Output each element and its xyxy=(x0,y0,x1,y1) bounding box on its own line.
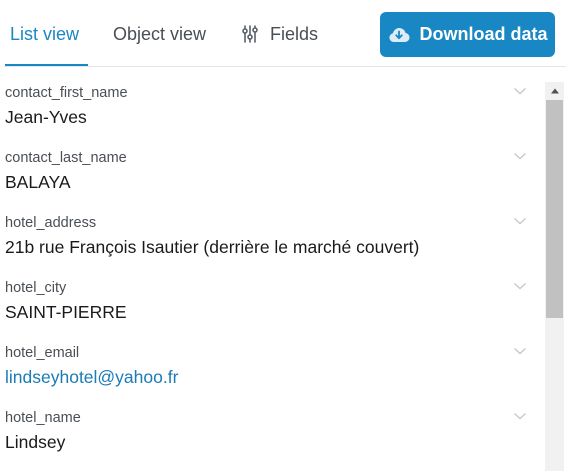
field-row[interactable]: contact_last_name BALAYA xyxy=(5,149,535,209)
scroll-thumb[interactable] xyxy=(546,100,563,318)
scroll-up-button[interactable] xyxy=(545,82,564,99)
field-value: BALAYA xyxy=(5,172,71,192)
chevron-down-icon[interactable] xyxy=(513,214,527,228)
chevron-down-icon[interactable] xyxy=(513,344,527,358)
field-row[interactable]: hotel_name Lindsey xyxy=(5,409,535,469)
email-link[interactable]: lindseyhotel@yahoo.fr xyxy=(5,366,178,388)
sliders-icon xyxy=(242,25,258,43)
view-tabs: List view Object view Fields Download da… xyxy=(0,0,568,67)
field-name: hotel_city xyxy=(5,280,67,296)
cloud-download-icon xyxy=(389,27,410,42)
chevron-down-icon[interactable] xyxy=(513,409,527,423)
field-list: contact_first_name Jean-Yves contact_las… xyxy=(0,82,540,471)
field-name: hotel_name xyxy=(5,410,81,426)
field-value: 21b rue François Isautier (derrière le m… xyxy=(5,237,420,257)
download-data-label: Download data xyxy=(419,24,548,44)
tab-fields-label: Fields xyxy=(270,24,319,44)
tab-object-view[interactable]: Object view xyxy=(113,24,206,44)
chevron-down-icon[interactable] xyxy=(513,149,527,163)
field-row[interactable]: contact_first_name Jean-Yves xyxy=(5,84,535,144)
tabs-divider xyxy=(4,66,566,67)
chevron-down-icon[interactable] xyxy=(513,84,527,98)
field-row[interactable]: hotel_city SAINT-PIERRE xyxy=(5,279,535,339)
field-row[interactable]: hotel_email lindseyhotel@yahoo.fr xyxy=(5,344,535,404)
chevron-down-icon[interactable] xyxy=(513,279,527,293)
field-name: contact_first_name xyxy=(5,85,128,101)
field-value: Lindsey xyxy=(5,432,66,452)
field-value: SAINT-PIERRE xyxy=(5,302,127,322)
field-row[interactable]: hotel_address 21b rue François Isautier … xyxy=(5,214,535,274)
field-name: hotel_email xyxy=(5,345,80,361)
field-value: Jean-Yves xyxy=(5,107,87,127)
tab-list-view[interactable]: List view xyxy=(10,24,79,44)
triangle-up-icon xyxy=(550,88,559,93)
field-name: contact_last_name xyxy=(5,150,127,166)
field-name: hotel_address xyxy=(5,215,97,231)
tab-fields[interactable]: Fields xyxy=(242,24,318,44)
download-data-button[interactable]: Download data xyxy=(380,12,555,57)
vertical-scrollbar[interactable] xyxy=(545,82,564,471)
